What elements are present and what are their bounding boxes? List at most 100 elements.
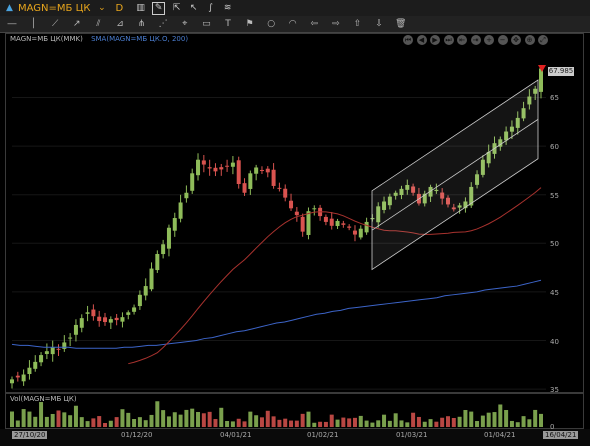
volume-bar xyxy=(242,421,247,427)
volume-bar xyxy=(254,415,259,427)
candle-body xyxy=(190,173,195,191)
volume-bar xyxy=(387,420,392,427)
candle-body xyxy=(50,347,55,355)
candle-body xyxy=(213,167,218,172)
candle-body xyxy=(15,375,20,378)
volume-bar xyxy=(79,417,84,427)
candle-body xyxy=(265,168,270,173)
chart-canvas xyxy=(10,65,546,427)
volume-bar xyxy=(451,417,456,427)
volume-bar xyxy=(440,417,445,427)
volume-bar xyxy=(219,407,224,427)
candle-body xyxy=(33,361,38,369)
volume-bar xyxy=(184,409,189,427)
volume-bar xyxy=(498,404,503,427)
volume-bar xyxy=(178,414,183,427)
candle-body xyxy=(143,286,148,296)
volume-bar xyxy=(126,412,131,427)
candle-body xyxy=(277,187,282,189)
volume-bar xyxy=(504,410,509,427)
volume-bar xyxy=(265,410,270,427)
volume-bar xyxy=(201,413,206,427)
candle-body xyxy=(196,159,201,176)
volume-bar xyxy=(539,413,543,427)
candle-body xyxy=(335,220,340,227)
volume-bar xyxy=(73,405,78,427)
volume-bar xyxy=(155,401,160,427)
volume-bar xyxy=(434,421,439,427)
candle-body xyxy=(329,218,334,226)
candle-body xyxy=(225,165,230,167)
volume-bar xyxy=(27,411,32,427)
volume-bar xyxy=(85,421,90,427)
candle-body xyxy=(44,351,49,354)
candle-body xyxy=(259,169,264,171)
candle-body xyxy=(149,268,154,290)
volume-bar xyxy=(97,416,102,427)
volume-bar xyxy=(364,420,369,427)
volume-bar xyxy=(358,415,363,427)
volume-bar xyxy=(196,411,201,427)
candle-body xyxy=(219,167,224,170)
candle-body xyxy=(306,211,311,235)
candle-body xyxy=(207,167,212,169)
candle-body xyxy=(364,221,369,233)
volume-bar xyxy=(527,419,532,427)
volume-bar xyxy=(207,411,212,427)
candle-body xyxy=(155,253,160,271)
volume-bar xyxy=(475,421,480,427)
candle-body xyxy=(68,337,73,339)
candle-body xyxy=(283,188,288,198)
volume-bar xyxy=(172,412,177,427)
volume-bar xyxy=(492,412,497,427)
candle-body xyxy=(91,309,96,317)
volume-bar xyxy=(382,414,387,427)
volume-bar xyxy=(376,420,381,427)
volume-bar xyxy=(149,414,154,427)
volume-bar xyxy=(225,421,230,427)
volume-bar xyxy=(352,417,357,427)
volume-bar xyxy=(515,422,520,427)
candle-body xyxy=(120,317,125,322)
candle-body xyxy=(85,312,90,314)
volume-bar xyxy=(283,418,288,427)
volume-bar xyxy=(114,417,119,427)
moving-average-line xyxy=(128,187,542,365)
candle-body xyxy=(254,167,259,174)
volume-bar xyxy=(445,416,450,427)
volume-bar xyxy=(143,420,148,427)
candle-body xyxy=(201,160,206,165)
volume-bar xyxy=(289,420,294,427)
volume-bar xyxy=(236,418,241,427)
volume-bar xyxy=(103,422,108,427)
candle-body xyxy=(312,208,317,210)
volume-bar xyxy=(411,412,416,427)
volume-bar xyxy=(341,417,346,427)
volume-bar xyxy=(469,411,474,427)
candle-body xyxy=(236,160,241,185)
volume-bar xyxy=(323,421,328,427)
candle-body xyxy=(108,319,113,323)
volume-bar xyxy=(300,413,305,427)
volume-bar xyxy=(329,414,334,427)
candle-body xyxy=(166,227,171,249)
candle-body xyxy=(56,348,61,350)
candle-body xyxy=(300,216,305,232)
candle-body xyxy=(27,367,32,375)
candle-body xyxy=(10,379,14,384)
candle-body xyxy=(172,218,177,231)
volume-bar xyxy=(405,422,410,427)
candle-body xyxy=(358,228,363,238)
volume-bar xyxy=(428,419,433,427)
volume-bar xyxy=(39,402,44,427)
candle-body xyxy=(184,192,189,199)
volume-bar xyxy=(161,410,166,427)
volume-bar xyxy=(509,420,514,427)
volume-bar xyxy=(132,419,137,427)
candle-body xyxy=(97,316,102,322)
candle-body xyxy=(178,202,183,219)
volume-bar xyxy=(190,408,195,427)
volume-bar xyxy=(422,421,427,427)
volume-bar xyxy=(480,415,485,427)
candle-body xyxy=(62,342,67,349)
